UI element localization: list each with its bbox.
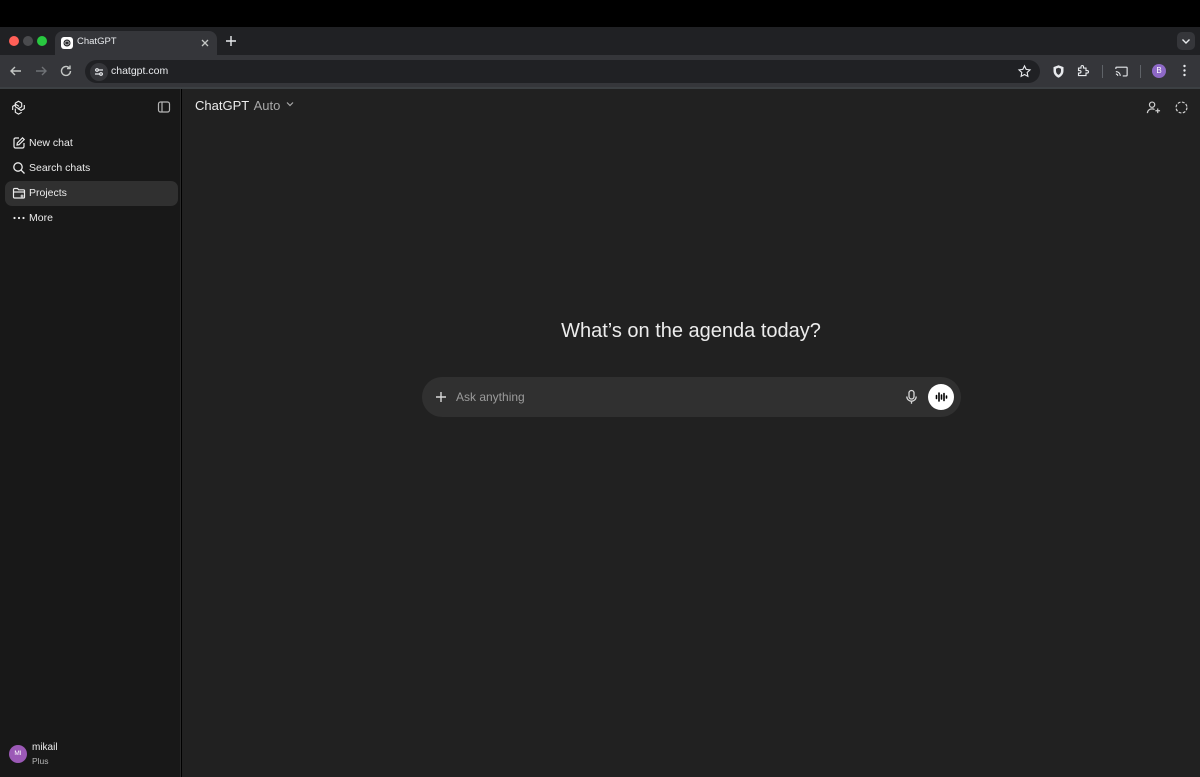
new-chat-icon bbox=[12, 136, 26, 150]
page-title: What’s on the agenda today? bbox=[561, 320, 821, 342]
tab-title: ChatGPT bbox=[77, 36, 117, 47]
forward-arrow-icon[interactable] bbox=[33, 63, 49, 79]
browser-menu-icon[interactable] bbox=[1177, 63, 1192, 78]
composer bbox=[422, 377, 961, 417]
sidebar-item-label: New chat bbox=[29, 137, 73, 149]
toolbar-divider bbox=[1140, 65, 1141, 78]
chatgpt-favicon-icon bbox=[61, 37, 73, 49]
model-picker-button[interactable]: ChatGPT Auto bbox=[190, 98, 300, 118]
sidebar: New chat Search chats Projects More MI m… bbox=[0, 89, 181, 777]
chatgpt-logo-icon[interactable] bbox=[10, 99, 27, 116]
plus-icon[interactable] bbox=[433, 389, 449, 405]
sidebar-item-projects[interactable]: Projects bbox=[5, 181, 178, 206]
browser-tab-strip: ChatGPT bbox=[0, 27, 1200, 55]
extensions-puzzle-icon[interactable] bbox=[1076, 63, 1091, 78]
cast-icon[interactable] bbox=[1114, 64, 1129, 79]
profile-avatar[interactable]: B bbox=[1152, 64, 1166, 78]
url-text: chatgpt.com bbox=[111, 65, 169, 77]
new-tab-icon[interactable] bbox=[223, 33, 239, 49]
sidebar-item-label: More bbox=[29, 212, 53, 224]
back-arrow-icon[interactable] bbox=[8, 63, 24, 79]
user-plan: Plus bbox=[32, 756, 49, 766]
tab-search-chevron-icon[interactable] bbox=[1177, 32, 1195, 50]
model-name: ChatGPT bbox=[195, 98, 249, 113]
sidebar-toggle-icon[interactable] bbox=[157, 100, 171, 114]
more-icon bbox=[12, 211, 26, 225]
temporary-chat-icon[interactable] bbox=[1174, 100, 1189, 115]
sidebar-item-more[interactable]: More bbox=[5, 206, 178, 231]
bookmark-star-icon[interactable] bbox=[1017, 64, 1032, 79]
voice-mode-button[interactable] bbox=[928, 384, 954, 410]
tab-close-icon[interactable] bbox=[198, 36, 212, 50]
search-icon bbox=[12, 161, 26, 175]
microphone-icon[interactable] bbox=[904, 389, 919, 405]
window-zoom-button[interactable] bbox=[37, 36, 47, 46]
user-name: mikail bbox=[32, 742, 58, 753]
address-bar[interactable]: chatgpt.com bbox=[85, 60, 1040, 83]
shield-extension-icon[interactable] bbox=[1051, 64, 1066, 79]
sidebar-item-label: Projects bbox=[29, 187, 67, 199]
reload-icon[interactable] bbox=[58, 63, 74, 79]
chevron-down-icon bbox=[285, 99, 295, 109]
chat-input[interactable] bbox=[456, 385, 896, 409]
window-minimize-button[interactable] bbox=[23, 36, 33, 46]
share-user-icon[interactable] bbox=[1146, 100, 1161, 115]
browser-tab[interactable]: ChatGPT bbox=[55, 31, 217, 55]
folder-icon bbox=[12, 186, 26, 200]
sidebar-item-label: Search chats bbox=[29, 162, 91, 174]
site-settings-icon[interactable] bbox=[90, 63, 108, 81]
model-mode: Auto bbox=[253, 98, 281, 113]
sidebar-item-search-chats[interactable]: Search chats bbox=[5, 156, 178, 181]
screen-top-bar bbox=[0, 0, 1200, 27]
main-content: ChatGPT Auto What’s on the agenda today? bbox=[182, 89, 1200, 777]
window-close-button[interactable] bbox=[9, 36, 19, 46]
sidebar-item-new-chat[interactable]: New chat bbox=[5, 131, 178, 156]
toolbar-divider bbox=[1102, 65, 1103, 78]
avatar: MI bbox=[9, 745, 27, 763]
